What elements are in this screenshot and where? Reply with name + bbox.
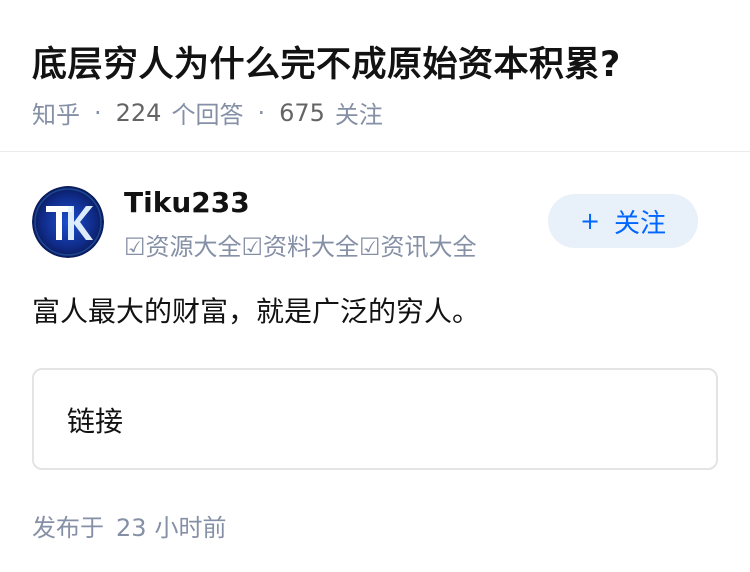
answer-count: 224 <box>115 98 162 127</box>
meta-separator: · <box>257 98 266 127</box>
follow-button-label: 关注 <box>614 208 667 239</box>
publish-time-value: 23 <box>116 514 147 542</box>
question-header: 底层穷人为什么完不成原始资本积累? 知乎 · 224 个回答 · 675 关注 <box>0 0 750 152</box>
question-title[interactable]: 底层穷人为什么完不成原始资本积累? <box>32 36 621 87</box>
link-card[interactable]: 链接 <box>32 368 718 470</box>
source-label[interactable]: 知乎 <box>32 95 80 130</box>
follower-count: 675 <box>279 98 325 127</box>
link-card-label: 链接 <box>67 405 124 438</box>
publish-time: 发布于 23 小时前 <box>32 508 227 543</box>
publish-time-prefix: 发布于 <box>32 514 104 542</box>
question-meta: 知乎 · 224 个回答 · 675 关注 <box>32 95 383 130</box>
follower-count-label: 关注 <box>334 101 383 129</box>
meta-separator: · <box>94 98 102 127</box>
plus-icon: + <box>579 207 601 235</box>
avatar[interactable] <box>32 186 104 258</box>
answer-count-label: 个回答 <box>171 101 244 129</box>
answer-content: 富人最大的财富，就是广泛的穷人。 <box>32 295 481 328</box>
tk-logo-icon <box>32 186 104 258</box>
follow-button[interactable]: + 关注 <box>548 194 698 248</box>
author-name[interactable]: Tiku233 <box>124 186 250 219</box>
publish-time-suffix: 小时前 <box>154 514 227 542</box>
author-bio: ☑资源大全☑资料大全☑资讯大全 <box>124 233 477 261</box>
